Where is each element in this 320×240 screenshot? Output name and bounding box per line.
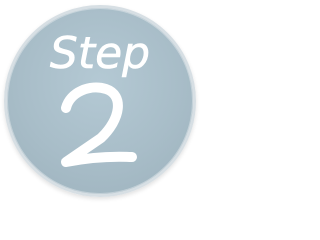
step-badge-artwork: Step 2 [50,28,150,167]
step-number: 2 [61,82,137,167]
step-label: Step [50,28,150,79]
